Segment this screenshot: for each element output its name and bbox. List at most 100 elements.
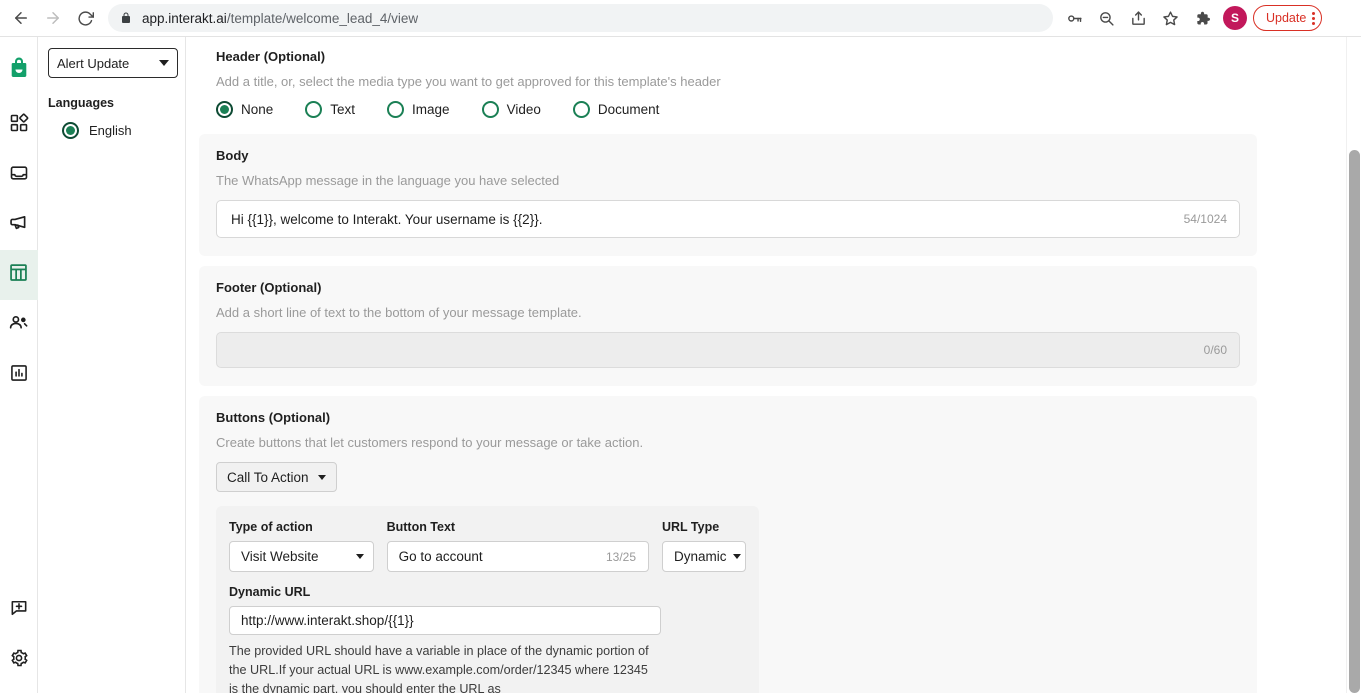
- chevron-down-icon: [159, 60, 169, 66]
- password-key-icon[interactable]: [1059, 3, 1089, 33]
- header-option-text-label: Text: [330, 102, 356, 117]
- update-button[interactable]: Update: [1253, 5, 1323, 31]
- sidebar-item-inbox[interactable]: [0, 150, 38, 200]
- header-option-none-label: None: [241, 102, 274, 117]
- buttons-section-title: Buttons (Optional): [216, 410, 331, 425]
- footer-section-title: Footer (Optional): [216, 280, 322, 295]
- update-button-label: Update: [1266, 11, 1307, 25]
- dynamic-url-helper-text: The provided URL should have a variable …: [229, 644, 649, 693]
- body-section-description: The WhatsApp message in the language you…: [216, 173, 560, 188]
- share-icon[interactable]: [1123, 3, 1153, 33]
- call-to-action-config-card: Type of action Visit Website Button Text…: [216, 506, 759, 693]
- header-option-video[interactable]: Video: [481, 101, 541, 118]
- languages-label: Languages: [48, 96, 114, 110]
- navigation-buttons: [0, 3, 100, 33]
- chat-add-icon: [9, 598, 29, 623]
- lock-icon: [120, 12, 132, 24]
- type-of-action-select[interactable]: Visit Website: [229, 541, 374, 572]
- sidebar-item-analytics[interactable]: [0, 350, 38, 400]
- radio-image[interactable]: [387, 101, 405, 118]
- header-option-document-label: Document: [597, 102, 660, 117]
- avatar[interactable]: S: [1223, 6, 1247, 30]
- template-editor-main: Header (Optional) Add a title, or, selec…: [186, 37, 1361, 693]
- analytics-bar-icon: [9, 363, 29, 388]
- button-text-value: Go to account: [398, 549, 483, 564]
- dynamic-url-value: http://www.interakt.shop/{{1}}: [241, 613, 414, 628]
- button-type-dropdown[interactable]: Call To Action: [216, 462, 337, 492]
- header-section-description: Add a title, or, select the media type y…: [216, 74, 721, 89]
- contacts-people-icon: [8, 312, 29, 338]
- forward-arrow-icon[interactable]: [38, 3, 68, 33]
- template-type-value: Alert Update: [57, 55, 130, 71]
- url-type-select[interactable]: Dynamic: [662, 541, 746, 572]
- interakt-bag-logo[interactable]: [7, 57, 31, 86]
- url-type-value: Dynamic: [674, 549, 727, 564]
- header-option-document[interactable]: Document: [572, 101, 660, 118]
- radio-text[interactable]: [305, 101, 323, 118]
- buttons-section-description: Create buttons that let customers respon…: [216, 435, 644, 450]
- header-option-text[interactable]: Text: [305, 101, 355, 118]
- type-of-action-label: Type of action: [229, 520, 313, 534]
- header-option-image-label: Image: [412, 102, 450, 117]
- radio-none[interactable]: [216, 101, 233, 118]
- url-type-group: URL Type Dynamic: [662, 520, 746, 572]
- sidebar-item-templates[interactable]: [0, 250, 38, 300]
- bookmark-star-icon[interactable]: [1155, 3, 1185, 33]
- page-scrollbar[interactable]: [1346, 37, 1361, 693]
- template-list-panel: Alert Update Languages English: [38, 37, 186, 693]
- dynamic-url-label: Dynamic URL: [229, 585, 311, 599]
- sidebar-item-contacts[interactable]: [0, 300, 38, 350]
- action-field-row: Type of action Visit Website Button Text…: [229, 520, 746, 572]
- body-message-input[interactable]: Hi {{1}}, welcome to Interakt. Your user…: [216, 200, 1240, 238]
- zoom-out-icon[interactable]: [1091, 3, 1121, 33]
- megaphone-icon: [8, 212, 29, 238]
- header-option-none[interactable]: None: [216, 101, 273, 118]
- inbox-icon: [9, 163, 29, 188]
- radio-video[interactable]: [481, 101, 499, 118]
- sidebar-item-new-chat[interactable]: [0, 585, 38, 635]
- body-section-title: Body: [216, 148, 249, 163]
- scrollbar-thumb[interactable]: [1349, 150, 1360, 693]
- footer-text-input[interactable]: 0/60: [216, 332, 1240, 368]
- sidebar-item-settings[interactable]: [0, 635, 38, 685]
- gear-icon: [9, 648, 29, 673]
- browser-tool-icons: [1059, 3, 1217, 33]
- rail-bottom-group: [0, 585, 38, 685]
- url-path: /template/welcome_lead_4/view: [226, 10, 419, 26]
- button-text-group: Button Text Go to account 13/25: [386, 520, 649, 572]
- app-root: Alert Update Languages English Header (O…: [0, 37, 1361, 693]
- footer-section: Footer (Optional) Add a short line of te…: [199, 266, 1257, 386]
- language-option-english[interactable]: English: [48, 122, 175, 139]
- body-section: Body The WhatsApp message in the languag…: [199, 134, 1257, 256]
- button-text-label: Button Text: [386, 520, 456, 534]
- sidebar-item-apps[interactable]: [0, 100, 38, 150]
- header-option-image[interactable]: Image: [387, 101, 450, 118]
- button-text-counter: 13/25: [605, 549, 636, 564]
- kebab-menu-icon[interactable]: [1312, 11, 1316, 25]
- button-text-input[interactable]: Go to account 13/25: [386, 541, 649, 572]
- icon-rail: [0, 37, 38, 693]
- language-option-label: English: [89, 123, 132, 138]
- radio-english[interactable]: [62, 122, 79, 139]
- dynamic-url-group: Dynamic URL http://www.interakt.shop/{{1…: [229, 585, 661, 693]
- reload-icon[interactable]: [70, 3, 100, 33]
- chevron-down-icon: [317, 474, 326, 480]
- browser-toolbar: app.interakt.ai/template/welcome_lead_4/…: [0, 0, 1361, 37]
- body-char-counter: 54/1024: [1183, 212, 1227, 226]
- buttons-section: Buttons (Optional) Create buttons that l…: [199, 396, 1257, 693]
- sidebar-item-campaigns[interactable]: [0, 200, 38, 250]
- dynamic-url-input[interactable]: http://www.interakt.shop/{{1}}: [229, 606, 661, 635]
- button-type-value: Call To Action: [227, 469, 309, 485]
- address-bar[interactable]: app.interakt.ai/template/welcome_lead_4/…: [108, 4, 1053, 32]
- header-section-title: Header (Optional): [216, 49, 326, 64]
- type-of-action-value: Visit Website: [241, 549, 319, 564]
- url-type-label: URL Type: [662, 520, 720, 534]
- extensions-puzzle-icon[interactable]: [1187, 3, 1217, 33]
- back-arrow-icon[interactable]: [6, 3, 36, 33]
- header-media-type-radios: None Text Image Video Document: [216, 101, 1240, 118]
- url-host: app.interakt.ai: [142, 10, 227, 26]
- header-section: Header (Optional) Add a title, or, selec…: [199, 37, 1257, 124]
- template-type-dropdown[interactable]: Alert Update: [48, 48, 178, 78]
- footer-char-counter: 0/60: [1203, 343, 1227, 357]
- radio-document[interactable]: [572, 101, 590, 118]
